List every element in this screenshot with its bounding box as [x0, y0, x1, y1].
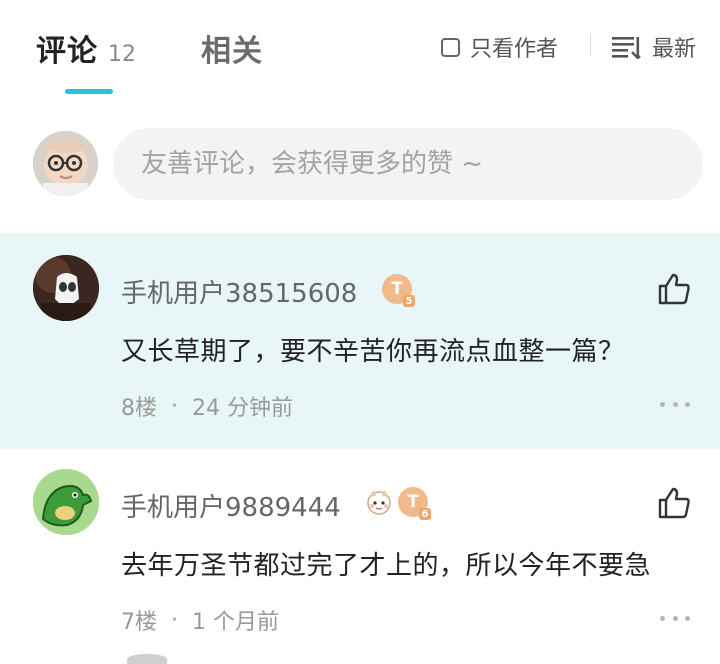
user-badges: T6: [364, 487, 431, 520]
comments-count: 12: [108, 42, 136, 67]
thumbs-up-icon[interactable]: [656, 485, 692, 521]
tab-comments[interactable]: 评论 12: [36, 26, 136, 70]
comment-text: 又长草期了，要不辛苦你再流点血整一篇？: [121, 337, 625, 367]
thumbs-up-icon[interactable]: [656, 271, 692, 307]
comment-meta: 8楼 · 24 分钟前: [121, 390, 293, 422]
floor-number: 8楼: [121, 396, 157, 421]
header-divider: [590, 34, 591, 56]
author-only-filter[interactable]: 只看作者: [441, 31, 558, 63]
meta-separator: ·: [171, 393, 178, 419]
mascot-badge-icon: [367, 490, 391, 515]
meta-separator: ·: [171, 607, 178, 633]
comment-text: 去年万圣节都过完了才上的，所以今年不要急: [121, 551, 652, 581]
tab-related[interactable]: 相关: [201, 26, 263, 70]
more-options-icon[interactable]: [660, 399, 690, 409]
sort-lines-icon: [612, 37, 641, 59]
comment-time: 24 分钟前: [192, 396, 293, 421]
comment-item: 手机用户9889444 T6 去年万圣节都过完了才上的，所以今年不要急 7楼 ·…: [0, 449, 720, 659]
tab-comments-label: 评论: [36, 34, 98, 69]
floor-number: 7楼: [121, 610, 157, 635]
sort-label: 最新: [652, 37, 697, 62]
commenter-avatar[interactable]: [33, 255, 99, 321]
more-options-icon[interactable]: [660, 613, 690, 623]
author-only-label: 只看作者: [470, 37, 559, 62]
comment-tabs-header: 评论 12 相关 只看作者 最新: [0, 0, 720, 100]
comment-meta: 7楼 · 1 个月前: [121, 604, 279, 636]
level-badge-icon: T6: [398, 487, 431, 520]
active-tab-indicator: [65, 89, 113, 94]
level-badge-icon: T5: [382, 274, 415, 307]
sort-button[interactable]: 最新: [612, 31, 696, 63]
my-avatar[interactable]: [33, 131, 98, 196]
comment-input[interactable]: [113, 128, 703, 200]
comment-item: 手机用户38515608 T5 又长草期了，要不辛苦你再流点血整一篇？ 8楼 ·…: [0, 233, 720, 449]
comment-time: 1 个月前: [192, 610, 279, 635]
commenter-username[interactable]: 手机用户9889444: [121, 487, 341, 524]
green-dinosaur-avatar-icon: [33, 469, 99, 535]
commenter-avatar[interactable]: [33, 469, 99, 535]
commenter-username[interactable]: 手机用户38515608: [121, 273, 357, 310]
dark-skull-avatar-icon: [33, 255, 99, 321]
checkbox-icon[interactable]: [441, 37, 460, 57]
next-comment-avatar-peek: [127, 654, 167, 664]
user-badges: T5: [382, 274, 415, 307]
baby-with-glasses-icon: [33, 131, 98, 196]
